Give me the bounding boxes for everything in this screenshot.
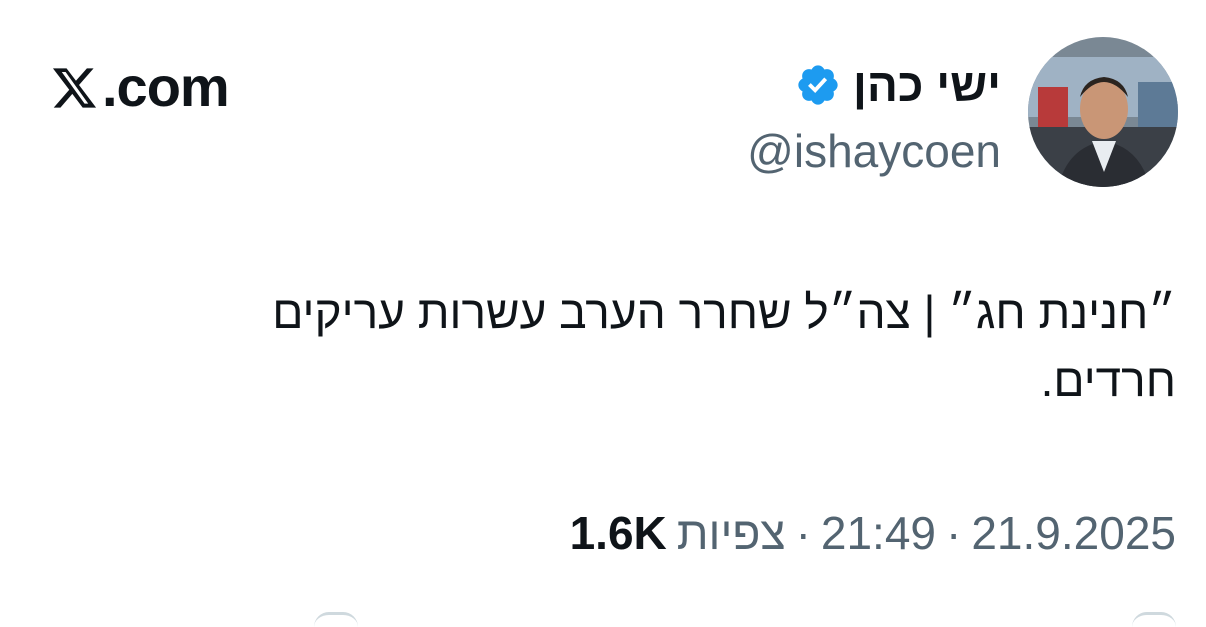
views-count: 1.6K xyxy=(569,507,667,559)
meta-separator: · xyxy=(795,507,811,559)
tweet-card: .com ישי כהן @ishaycoen ״חנינת חג״ | צה״… xyxy=(0,0,1206,618)
x-logo-icon xyxy=(52,68,97,108)
tweet-meta-row: 21.9.2025 · 21:49 · צפיות 1.6K xyxy=(570,505,1176,561)
brand-domain-text: .com xyxy=(102,55,230,118)
avatar-image xyxy=(1028,37,1178,187)
verified-badge-icon xyxy=(798,65,838,105)
action-icon-partial xyxy=(1132,612,1176,627)
avatar[interactable] xyxy=(1028,37,1178,187)
tweet-text: ״חנינת חג״ | צה״ל שחרר הערב עשרות עריקים… xyxy=(272,286,1176,406)
views-label: צפיות xyxy=(676,507,786,559)
author-handle[interactable]: @ishaycoen xyxy=(747,128,1001,174)
meta-separator: · xyxy=(946,507,962,559)
action-icon-partial xyxy=(314,612,358,627)
tweet-date[interactable]: 21.9.2025 xyxy=(971,505,1176,561)
brand-logo[interactable]: .com xyxy=(52,52,230,122)
author-display-name[interactable]: ישי כהן xyxy=(853,62,1001,108)
tweet-time[interactable]: 21:49 xyxy=(821,505,936,561)
author-name-row: ישי כהן xyxy=(747,52,1001,118)
author-block: ישי כהן @ishaycoen xyxy=(747,52,1001,174)
